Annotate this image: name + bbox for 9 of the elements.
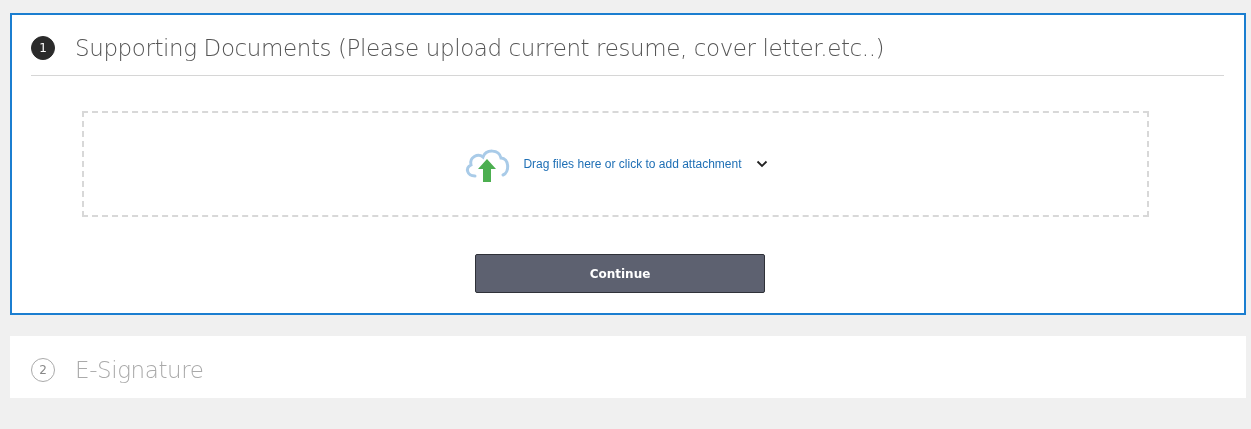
step-number: 1: [31, 36, 55, 60]
step-title: E-Signature: [75, 357, 204, 383]
drop-zone[interactable]: Drag files here or click to add attachment: [82, 111, 1149, 217]
continue-button[interactable]: Continue: [475, 254, 765, 293]
step-panel[interactable]: 2 E-Signature: [10, 336, 1246, 398]
add-attachment-link[interactable]: Drag files here or click to add attachment: [523, 157, 742, 171]
caret-icon: [755, 160, 768, 168]
step-panel[interactable]: 1 Supporting Documents (Please upload current resume, cover letter.etc..) Drag files here or click to add attachment Continue: [10, 13, 1246, 315]
step-title: Supporting Documents (Please upload current resume, cover letter.etc..): [75, 35, 885, 61]
